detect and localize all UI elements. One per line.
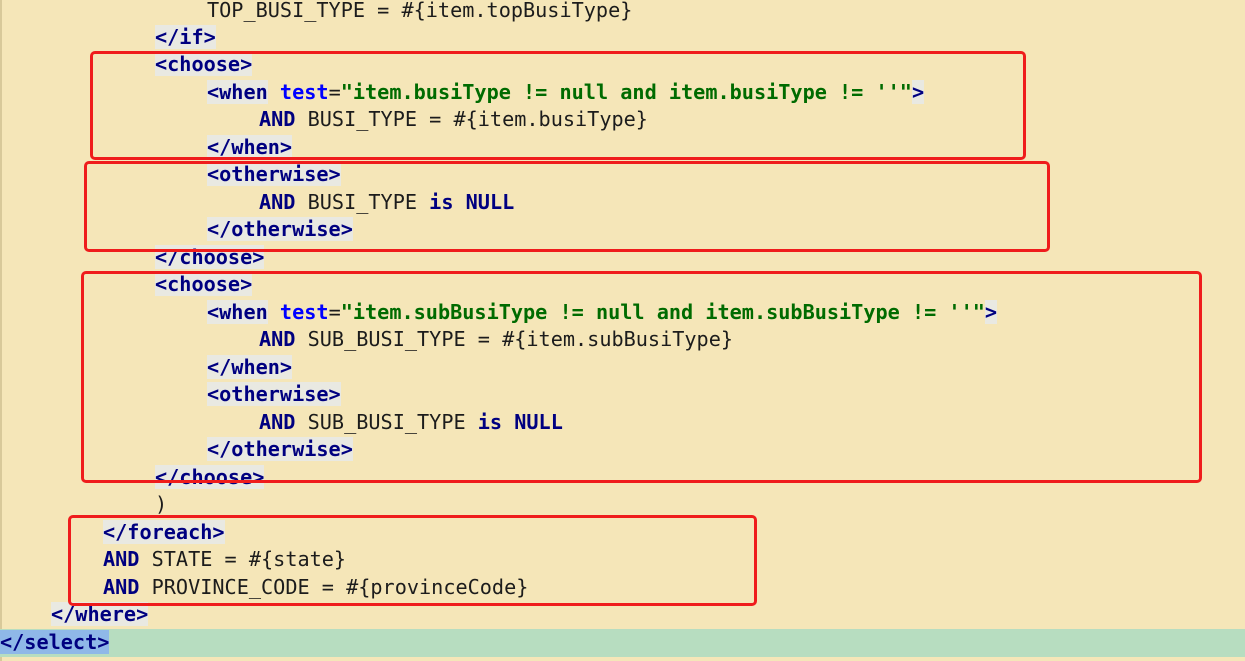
code-token: </if>	[155, 25, 216, 49]
code-token: </select>	[0, 630, 110, 654]
editor-gutter	[0, 0, 2, 661]
current-line[interactable]: </select>	[0, 629, 1245, 657]
code-token: )	[155, 492, 168, 516]
code-editor[interactable]: TOP_BUSI_TYPE = #{item.topBusiType} </if>…	[0, 0, 1245, 661]
highlight-box-otherwise-busitype	[84, 161, 1050, 252]
code-token: TOP_BUSI_TYPE = #{item.topBusiType}	[207, 0, 633, 22]
highlight-box-foreach-state-province	[68, 515, 757, 606]
highlight-box-choose-subbusitype	[81, 271, 1202, 483]
highlight-box-when-busitype	[90, 51, 1026, 160]
